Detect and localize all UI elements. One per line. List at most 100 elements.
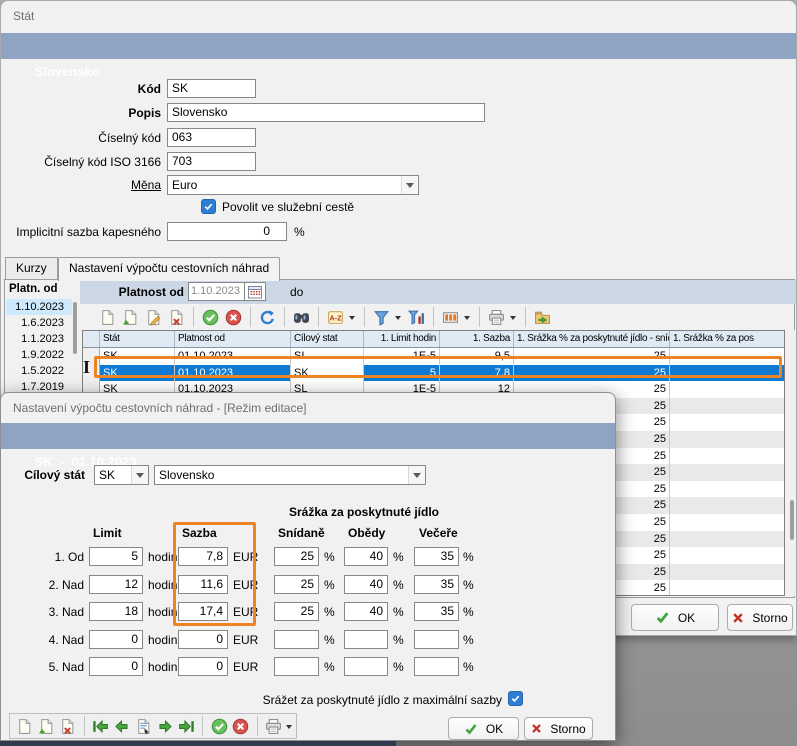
nav-first-icon[interactable] [91, 716, 111, 737]
main-storno-button[interactable]: Storno [727, 604, 793, 631]
vecere-input[interactable]: 35 [414, 602, 459, 621]
snidane-input[interactable] [274, 657, 319, 676]
vecere-input[interactable] [414, 657, 459, 676]
cilovy-name-dropdown-button[interactable] [408, 466, 425, 484]
mena-label[interactable]: Měna [11, 178, 161, 192]
snidane-input[interactable] [274, 630, 319, 649]
cancel-icon[interactable] [223, 307, 244, 328]
limit-input[interactable]: 0 [89, 630, 143, 649]
povolit-checkbox[interactable] [201, 199, 216, 214]
cancel-icon[interactable] [231, 716, 251, 737]
nav-last-icon[interactable] [177, 716, 197, 737]
edit-dialog-titlebar[interactable]: Nastavení výpočtu cestovních náhrad - [R… [1, 393, 615, 423]
grid-row[interactable]: SK01.10.2023SK57,825 [83, 365, 784, 382]
new-record-icon[interactable] [97, 307, 118, 328]
dropdown-arrow-icon[interactable] [395, 316, 401, 323]
sazba-input[interactable]: 0 [178, 630, 228, 649]
srazet-checkbox[interactable] [508, 691, 523, 706]
filter-columns-icon[interactable] [406, 307, 427, 328]
grid-column-header[interactable]: Stát [100, 331, 175, 347]
new-record-icon[interactable] [15, 716, 35, 737]
obedy-input[interactable]: 40 [344, 602, 388, 621]
obedy-input[interactable] [344, 657, 388, 676]
nav-next-icon[interactable] [155, 716, 175, 737]
dropdown-arrow-icon[interactable] [510, 316, 516, 323]
iso-kod-field[interactable]: 703 [167, 152, 256, 171]
edit-record-icon[interactable] [143, 307, 164, 328]
grid-column-header[interactable]: 1. Srážka % za pos [670, 331, 785, 347]
dialog-storno-label: Storno [550, 722, 585, 736]
vecere-input[interactable] [414, 630, 459, 649]
limit-input[interactable]: 0 [89, 657, 143, 676]
sazba-input[interactable]: 17,4 [178, 602, 228, 621]
tab-nastaveni-nahrad[interactable]: Nastavení výpočtu cestovních náhrad [58, 257, 280, 281]
grid-row[interactable]: SK01.10.2023SI1E-59,525 [83, 348, 784, 365]
popis-field[interactable]: Slovensko [167, 103, 485, 122]
dialog-ok-button[interactable]: OK [448, 717, 519, 740]
print-icon[interactable] [486, 307, 507, 328]
mena-combobox[interactable]: Euro [167, 175, 419, 195]
calendar-icon[interactable] [244, 282, 266, 301]
dropdown-arrow-icon[interactable] [464, 316, 470, 323]
obedy-input[interactable] [344, 630, 388, 649]
snidane-input[interactable]: 25 [274, 602, 319, 621]
obedy-input[interactable]: 40 [344, 575, 388, 594]
print-icon[interactable] [263, 716, 283, 737]
record-list-icon[interactable] [134, 716, 154, 737]
search-icon[interactable] [291, 307, 312, 328]
grid-column-header[interactable]: Cílový stat [291, 331, 364, 347]
dropdown-arrow-icon[interactable] [349, 316, 355, 323]
cilovy-stat-code-combobox[interactable]: SK [94, 465, 149, 485]
vecere-input[interactable]: 35 [414, 547, 459, 566]
limit-input[interactable]: 12 [89, 575, 143, 594]
sazba-input[interactable]: 0 [178, 657, 228, 676]
ciselny-kod-field[interactable]: 063 [167, 128, 256, 147]
snidane-input[interactable]: 25 [274, 575, 319, 594]
sazba-input[interactable]: 7,8 [178, 547, 228, 566]
vecere-column-header: Večeře [419, 526, 458, 540]
nav-prev-icon[interactable] [112, 716, 132, 737]
date-list-scrollbar[interactable] [73, 302, 77, 354]
grid-scrollbar[interactable] [788, 330, 796, 596]
kod-field[interactable]: SK [167, 79, 256, 98]
vecere-unit-label: % [463, 633, 474, 647]
grid-column-header[interactable]: 1. Limit hodin [364, 331, 440, 347]
obedy-input[interactable]: 40 [344, 547, 388, 566]
cilovy-code-dropdown-button[interactable] [131, 466, 148, 484]
accept-icon[interactable] [209, 716, 229, 737]
grid-scrollbar-thumb[interactable] [790, 500, 794, 540]
mena-dropdown-button[interactable] [401, 176, 418, 194]
date-list-item[interactable]: 1.9.2022 [6, 347, 72, 363]
tab-kurzy[interactable]: Kurzy [5, 257, 58, 279]
date-list-item[interactable]: 1.10.2023 [6, 299, 72, 315]
columns-icon[interactable] [440, 307, 461, 328]
export-icon[interactable] [532, 307, 553, 328]
cilovy-stat-name-combobox[interactable]: Slovensko [154, 465, 426, 485]
accept-icon[interactable] [200, 307, 221, 328]
filter-date-input[interactable]: 1.10.2023 [188, 282, 245, 301]
sort-az-icon[interactable]: A-Z [325, 307, 346, 328]
limit-input[interactable]: 18 [89, 602, 143, 621]
sazba-input[interactable]: 11,6 [178, 575, 228, 594]
snidane-input[interactable]: 25 [274, 547, 319, 566]
grid-column-header[interactable]: Platnost od [175, 331, 291, 347]
date-list-item[interactable]: 1.6.2023 [6, 315, 72, 331]
dialog-storno-button[interactable]: Storno [524, 717, 593, 740]
stat-window-titlebar[interactable]: Stát [1, 1, 796, 31]
main-ok-button[interactable]: OK [631, 604, 719, 631]
grid-column-header[interactable]: 1. Sazba [440, 331, 514, 347]
refresh-icon[interactable] [257, 307, 278, 328]
copy-record-icon[interactable] [120, 307, 141, 328]
copy-record-icon[interactable] [37, 716, 57, 737]
grid-column-header[interactable]: 1. Srážka % za poskytnuté jídlo - snídan… [514, 331, 670, 347]
date-list-item[interactable]: 1.1.2023 [6, 331, 72, 347]
dropdown-arrow-icon[interactable] [286, 725, 292, 732]
date-list-header: Platn. od [9, 283, 58, 295]
kapesne-field[interactable]: 0 [167, 222, 287, 241]
filter-icon[interactable] [371, 307, 392, 328]
vecere-input[interactable]: 35 [414, 575, 459, 594]
delete-record-icon[interactable] [58, 716, 78, 737]
date-list-item[interactable]: 1.5.2022 [6, 363, 72, 379]
delete-record-icon[interactable] [166, 307, 187, 328]
limit-input[interactable]: 5 [89, 547, 143, 566]
